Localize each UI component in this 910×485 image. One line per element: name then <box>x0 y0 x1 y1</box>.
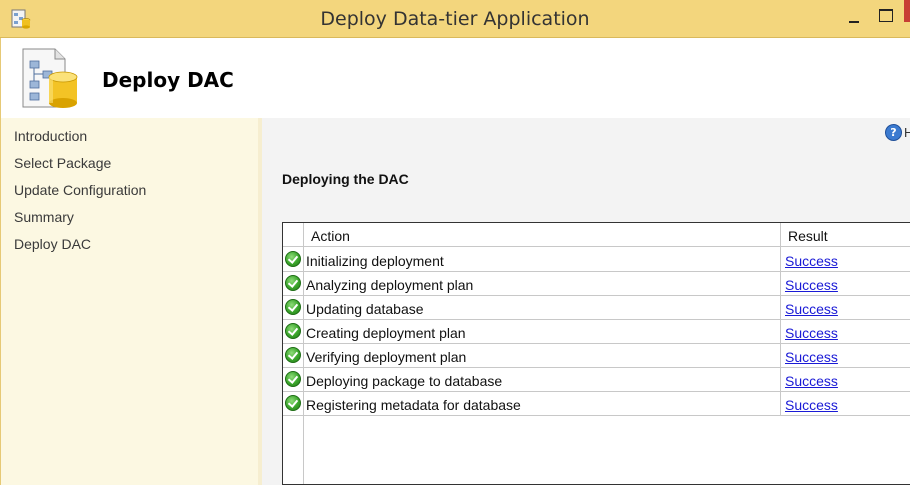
success-check-icon <box>285 371 301 387</box>
table-row: Analyzing deployment plan Success <box>283 272 910 296</box>
minimize-button[interactable] <box>839 6 867 30</box>
result-link[interactable]: Success <box>785 325 838 341</box>
close-button[interactable] <box>904 0 910 22</box>
success-check-icon <box>285 395 301 411</box>
table-row: Deploying package to database Success <box>283 368 910 392</box>
success-check-icon <box>285 251 301 267</box>
table-row: Creating deployment plan Success <box>283 320 910 344</box>
success-check-icon <box>285 275 301 291</box>
action-cell: Registering metadata for database <box>306 397 521 413</box>
result-link[interactable]: Success <box>785 301 838 317</box>
page-title: Deploy DAC <box>102 68 234 92</box>
main-content: ? H Deploying the DAC Action Result Init… <box>262 118 910 485</box>
sidebar-item-update-configuration[interactable]: Update Configuration <box>14 182 146 198</box>
column-divider[interactable] <box>780 223 781 416</box>
table-row: Verifying deployment plan Success <box>283 344 910 368</box>
success-check-icon <box>285 323 301 339</box>
help-icon[interactable]: ? <box>885 124 902 141</box>
action-cell: Updating database <box>306 301 424 317</box>
action-cell: Creating deployment plan <box>306 325 466 341</box>
result-link[interactable]: Success <box>785 277 838 293</box>
sidebar-item-deploy-dac[interactable]: Deploy DAC <box>14 236 91 252</box>
grid-header: Action Result <box>283 223 910 247</box>
maximize-button[interactable] <box>870 6 898 30</box>
result-link[interactable]: Success <box>785 253 838 269</box>
column-header-result[interactable]: Result <box>788 228 828 244</box>
sidebar-item-introduction[interactable]: Introduction <box>14 128 87 144</box>
action-cell: Verifying deployment plan <box>306 349 467 365</box>
result-link[interactable]: Success <box>785 397 838 413</box>
success-check-icon <box>285 299 301 315</box>
sidebar-item-select-package[interactable]: Select Package <box>14 155 111 171</box>
column-header-action[interactable]: Action <box>311 228 350 244</box>
column-divider[interactable] <box>303 223 304 484</box>
action-cell: Analyzing deployment plan <box>306 277 474 293</box>
sidebar-item-summary[interactable]: Summary <box>14 209 74 225</box>
wizard-steps-sidebar: Introduction Select Package Update Confi… <box>0 118 262 485</box>
success-check-icon <box>285 347 301 363</box>
action-cell: Deploying package to database <box>306 373 503 389</box>
title-bar: Deploy Data-tier Application <box>0 0 910 38</box>
section-title: Deploying the DAC <box>282 171 409 187</box>
action-cell: Initializing deployment <box>306 253 444 269</box>
result-link[interactable]: Success <box>785 373 838 389</box>
table-row: Updating database Success <box>283 296 910 320</box>
result-link[interactable]: Success <box>785 349 838 365</box>
deployment-results-grid: Action Result Initializing deployment Su… <box>282 222 910 485</box>
window-title: Deploy Data-tier Application <box>320 8 590 30</box>
table-row: Initializing deployment Success <box>283 248 910 272</box>
table-row: Registering metadata for database Succes… <box>283 392 910 416</box>
help-link[interactable]: H <box>904 125 910 140</box>
wizard-header: Deploy DAC <box>0 38 910 118</box>
database-package-icon <box>22 48 78 108</box>
